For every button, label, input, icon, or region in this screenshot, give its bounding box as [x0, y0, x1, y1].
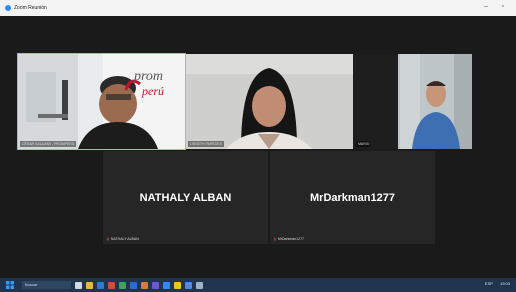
participant-display-name: MrDarkman1277 [310, 191, 395, 204]
mail-icon[interactable] [185, 281, 192, 289]
clock[interactable]: 19:03 [500, 281, 510, 286]
minimize-button[interactable]: – [484, 3, 488, 10]
mic-muted-icon: ▮ [107, 237, 109, 241]
meeting-gallery: prom perú CÉSAR SALAZAR - PROMPERÚ LISSE… [0, 16, 516, 278]
file-explorer-icon[interactable] [86, 281, 93, 289]
zoom-taskbar-icon[interactable] [163, 281, 170, 289]
edge-browser-icon[interactable] [97, 281, 104, 289]
chrome-icon[interactable] [108, 281, 115, 289]
video-tile-cesar[interactable]: prom perú CÉSAR SALAZAR - PROMPERÚ [17, 53, 186, 150]
participant-video-lisseth [186, 54, 353, 149]
participant-name: NATHALY ALBAN [110, 237, 139, 241]
task-view-icon[interactable] [75, 281, 82, 289]
system-tray: ESP 19:03 [485, 281, 510, 286]
video-tile-mrdarkman[interactable]: MrDarkman1277 ▮ MrDarkman1277 [270, 151, 435, 244]
folder-icon[interactable] [174, 281, 181, 289]
window-title: Zoom Reunión [14, 5, 47, 11]
participant-name: CÉSAR SALAZAR - PROMPERÚ [22, 142, 75, 146]
zoom-app-icon [5, 5, 11, 11]
windows-start-icon[interactable] [6, 281, 14, 289]
powerpoint-icon[interactable] [141, 281, 148, 289]
participant-name-tag: ▮ MrDarkman1277 [272, 236, 306, 242]
video-tile-lisseth[interactable]: LISSETH PAREDES [186, 54, 353, 149]
participant-name-tag: CÉSAR SALAZAR - PROMPERÚ [20, 141, 77, 147]
word-icon[interactable] [130, 281, 137, 289]
participant-name: MARIO [358, 142, 370, 146]
promperu-logo-text: prom [134, 69, 164, 84]
taskbar-search[interactable]: Buscar [22, 281, 71, 289]
mic-muted-icon: ▮ [274, 237, 276, 241]
participant-name: MrDarkman1277 [277, 237, 304, 241]
participant-display-name: NATHALY ALBAN [139, 191, 232, 204]
settings-icon[interactable] [196, 281, 203, 289]
participant-name-tag: LISSETH PAREDES [188, 141, 225, 147]
participant-name: LISSETH PAREDES [190, 142, 223, 146]
promperu-logo-text-2: perú [142, 84, 164, 98]
participant-name-tag: ▮ NATHALY ALBAN [105, 236, 141, 242]
participant-name-tag: MARIO [356, 141, 372, 147]
language-indicator[interactable]: ESP [485, 281, 493, 286]
video-tile-mario[interactable]: MARIO [354, 54, 472, 149]
teams-icon[interactable] [152, 281, 159, 289]
windows-taskbar: Buscar ESP 19:03 [0, 278, 516, 292]
maximize-button[interactable]: ▫ [502, 3, 504, 10]
excel-icon[interactable] [119, 281, 126, 289]
window-titlebar: Zoom Reunión – ▫ [0, 0, 516, 16]
video-tile-nathaly[interactable]: NATHALY ALBAN ▮ NATHALY ALBAN [103, 151, 268, 244]
participant-video-mario [398, 54, 472, 149]
